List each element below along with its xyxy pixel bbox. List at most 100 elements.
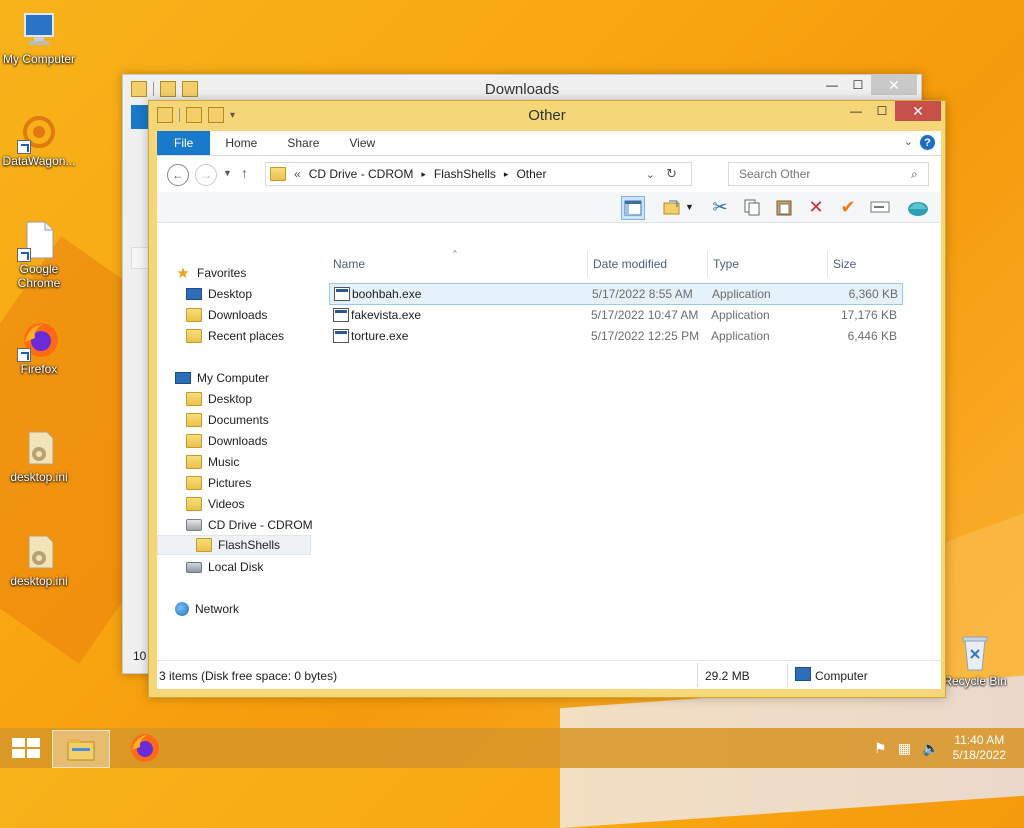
tab-file[interactable]: File xyxy=(157,131,211,155)
nav-label: Network xyxy=(195,602,240,616)
nav-local-disk[interactable]: Local Disk xyxy=(186,557,263,577)
windows-logo-pane xyxy=(27,749,40,758)
breadcrumb-arrow-icon[interactable]: ▸ xyxy=(504,169,509,180)
cut-icon[interactable]: ✂ xyxy=(709,196,731,218)
tab-home[interactable]: Home xyxy=(210,131,272,155)
delete-icon[interactable]: ✕ xyxy=(805,196,827,218)
desktop-icon-desktop-ini[interactable]: desktop.ini xyxy=(0,428,78,484)
nav-flashshells[interactable]: FlashShells xyxy=(157,535,311,555)
column-divider[interactable] xyxy=(587,251,588,277)
nav-pictures[interactable]: Pictures xyxy=(186,473,251,493)
application-icon xyxy=(334,287,350,301)
computer-icon xyxy=(175,372,191,384)
expand-ribbon-icon[interactable]: ⌄ xyxy=(904,135,913,148)
file-type: Application xyxy=(711,308,770,322)
shell-icon[interactable] xyxy=(907,196,929,218)
column-divider[interactable] xyxy=(827,251,828,277)
status-divider xyxy=(787,663,788,687)
network-tray-icon[interactable]: ▦ xyxy=(898,740,911,757)
address-bar[interactable]: « CD Drive - CDROM ▸ FlashShells ▸ Other… xyxy=(265,162,692,186)
breadcrumb-other[interactable]: Other xyxy=(516,167,546,181)
file-date: 5/17/2022 8:55 AM xyxy=(592,287,693,301)
nav-label: Favorites xyxy=(197,266,247,280)
copy-icon[interactable] xyxy=(741,196,763,218)
file-size: 6,360 KB xyxy=(848,287,898,301)
search-input[interactable] xyxy=(737,166,911,182)
desktop-icon-google-chrome[interactable]: Google Chrome xyxy=(0,220,78,290)
file-row[interactable]: fakevista.exe 5/17/2022 10:47 AM Applica… xyxy=(329,305,901,325)
desktop-icon-recycle-bin[interactable]: Recycle Bin xyxy=(936,632,1014,688)
recent-locations-icon[interactable]: ▼ xyxy=(223,168,232,178)
file-row[interactable]: boohbah.exe 5/17/2022 8:55 AM Applicatio… xyxy=(329,283,903,305)
taskbar-file-explorer[interactable] xyxy=(52,730,110,768)
taskbar-firefox[interactable] xyxy=(116,730,172,766)
close-button[interactable]: ✕ xyxy=(871,75,917,95)
close-button[interactable]: ✕ xyxy=(895,101,941,121)
nav-network[interactable]: Network xyxy=(175,599,239,619)
documents-folder-icon xyxy=(186,413,202,427)
breadcrumb-flashshells[interactable]: FlashShells xyxy=(434,167,496,181)
search-icon[interactable]: ⌕ xyxy=(911,167,918,182)
desktop-folder-icon xyxy=(186,392,202,406)
start-button[interactable] xyxy=(12,738,40,758)
column-header-size[interactable]: Size xyxy=(833,257,856,271)
network-icon xyxy=(175,602,189,616)
nav-my-computer[interactable]: My Computer xyxy=(175,368,269,388)
preview-pane-icon[interactable] xyxy=(621,196,645,220)
desktop-icon-my-computer[interactable]: My Computer xyxy=(0,10,78,66)
back-button[interactable]: ← xyxy=(167,164,189,186)
nav-documents[interactable]: Documents xyxy=(186,410,269,430)
file-row[interactable]: torture.exe 5/17/2022 12:25 PM Applicati… xyxy=(329,326,901,346)
help-icon[interactable]: ? xyxy=(920,135,935,150)
desktop-icon-firefox[interactable]: Firefox xyxy=(0,320,78,376)
search-box[interactable]: ⌕ xyxy=(728,162,929,186)
nav-desktop[interactable]: Desktop xyxy=(186,389,252,409)
breadcrumb-cd-drive[interactable]: CD Drive - CDROM xyxy=(309,167,414,181)
tab-view[interactable]: View xyxy=(334,131,390,155)
title-bar[interactable]: ▾ Other — ☐ ✕ xyxy=(149,101,945,129)
nav-downloads[interactable]: Downloads xyxy=(186,431,267,451)
nav-music[interactable]: Music xyxy=(186,452,239,472)
up-button[interactable]: ↑ xyxy=(241,165,248,181)
breadcrumb-arrow-icon[interactable]: ▸ xyxy=(421,169,426,180)
document-icon xyxy=(17,220,59,262)
explorer-body: File Home Share View ⌄ ? ← → ▼ ↑ « CD Dr… xyxy=(157,131,941,689)
checkmark-icon[interactable]: ✔ xyxy=(837,196,859,218)
rename-icon[interactable] xyxy=(869,196,891,218)
minimize-button[interactable]: — xyxy=(819,75,845,95)
nav-fav-downloads[interactable]: Downloads xyxy=(186,305,267,325)
refresh-icon[interactable]: ↻ xyxy=(666,166,677,182)
address-overflow[interactable]: « xyxy=(294,167,301,181)
forward-button[interactable]: → xyxy=(195,164,217,186)
command-toolbar: ▼ ✂ ✕ ✔ xyxy=(157,192,941,223)
folder-options-icon[interactable] xyxy=(661,196,683,218)
file-name: boohbah.exe xyxy=(352,287,422,301)
tab-share[interactable]: Share xyxy=(272,131,334,155)
local-disk-icon xyxy=(186,561,202,573)
application-icon xyxy=(333,329,349,343)
nav-favorites[interactable]: ★ Favorites xyxy=(175,263,246,283)
other-window[interactable]: ▾ Other — ☐ ✕ File Home Share View ⌄ ? ←… xyxy=(148,100,946,698)
desktop-icon-datawagon[interactable]: DataWagon... xyxy=(0,112,78,168)
column-divider[interactable] xyxy=(707,251,708,277)
nav-fav-desktop[interactable]: Desktop xyxy=(186,284,252,304)
desktop-icon-desktop-ini[interactable]: desktop.ini xyxy=(0,532,78,588)
nav-cd-drive[interactable]: CD Drive - CDROM xyxy=(186,515,313,535)
column-header-name[interactable]: Name xyxy=(333,257,365,271)
address-dropdown-icon[interactable]: ⌄ xyxy=(646,168,655,181)
minimize-button[interactable]: — xyxy=(843,101,869,121)
dropdown-icon[interactable]: ▼ xyxy=(685,202,694,212)
maximize-button[interactable]: ☐ xyxy=(845,75,871,95)
paste-icon[interactable] xyxy=(773,196,795,218)
column-header-date[interactable]: Date modified xyxy=(593,257,667,271)
title-bar[interactable]: Downloads — ☐ ✕ xyxy=(123,75,921,103)
action-center-flag-icon[interactable]: ⚑ xyxy=(874,740,887,757)
clock[interactable]: 11:40 AM 5/18/2022 xyxy=(953,733,1006,763)
nav-videos[interactable]: Videos xyxy=(186,494,244,514)
nav-fav-recent-places[interactable]: Recent places xyxy=(186,326,284,346)
settings-file-icon xyxy=(19,532,59,572)
maximize-button[interactable]: ☐ xyxy=(869,101,895,121)
column-header-type[interactable]: Type xyxy=(713,257,739,271)
volume-muted-icon[interactable]: 🔈 xyxy=(922,740,939,757)
nav-label: Documents xyxy=(208,413,269,427)
